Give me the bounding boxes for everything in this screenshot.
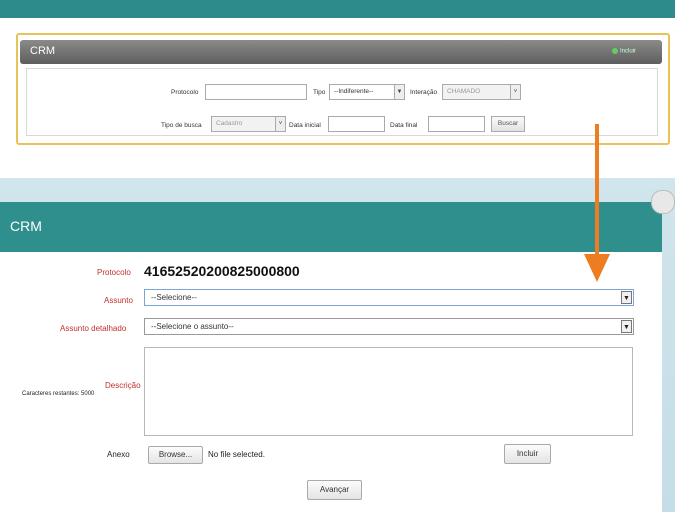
anexo-label: Anexo [107,450,130,459]
dropdown-arrow-icon: ▼ [394,85,404,99]
crm-form-header [0,202,662,252]
protocolo-label: Protocolo [171,89,199,96]
dropdown-arrow-icon: ˅ [275,117,285,131]
dropdown-arrow-icon: ▼ [621,320,632,333]
plus-icon [612,48,618,54]
tipo-busca-select[interactable]: Cadastro ˅ [211,116,286,132]
protocolo-form-label: Protocolo [97,268,131,277]
assunto-detalhado-select-value: --Selecione o assunto-- [151,322,234,331]
header-add-link[interactable]: Incluir [612,48,636,55]
interacao-label: Interação [410,89,438,96]
tipo-select-value: --Indiferente-- [334,88,374,95]
tipo-label: Tipo [313,89,326,96]
down-arrow-annotation [584,124,610,282]
file-status: No file selected. [208,450,265,459]
data-final-label: Data final [390,122,418,129]
dropdown-arrow-icon: ▼ [621,291,632,304]
tipo-select[interactable]: --Indiferente-- ▼ [329,84,405,100]
protocolo-number: 416525202008250008​00 [144,263,300,279]
crm-form-title: CRM [10,218,42,234]
crm-search-header [20,40,662,64]
browse-button[interactable]: Browse... [148,446,203,464]
data-final-input[interactable] [428,116,485,132]
assunto-label: Assunto [104,296,133,305]
interacao-select[interactable]: CHAMADO ˅ [442,84,521,100]
avancar-button[interactable]: Avançar [307,480,362,500]
protocolo-search-input[interactable] [205,84,307,100]
dropdown-arrow-icon: ˅ [510,85,520,99]
assunto-select[interactable]: --Selecione-- ▼ [144,289,634,306]
buscar-button[interactable]: Buscar [491,116,525,132]
descricao-textarea[interactable] [144,347,633,436]
interacao-select-value: CHAMADO [447,88,481,95]
descricao-label: Descrição [105,381,141,390]
assunto-select-value: --Selecione-- [151,293,197,302]
header-add-link-label: Incluir [620,48,637,55]
tipo-busca-label: Tipo de busca [161,122,202,129]
crm-search-title: CRM [30,45,56,57]
assunto-detalhado-select[interactable]: --Selecione o assunto-- ▼ [144,318,634,335]
tipo-busca-select-value: Cadastro [216,120,243,127]
incluir-button[interactable]: Incluir [504,444,551,464]
close-icon[interactable] [651,190,675,214]
top-window-bar [0,0,675,18]
data-inicial-label: Data inicial [289,122,321,129]
caracteres-restantes: Caracteres restantes: 5000 [22,391,95,397]
assunto-detalhado-label: Assunto detalhado [60,324,127,333]
data-inicial-input[interactable] [328,116,385,132]
